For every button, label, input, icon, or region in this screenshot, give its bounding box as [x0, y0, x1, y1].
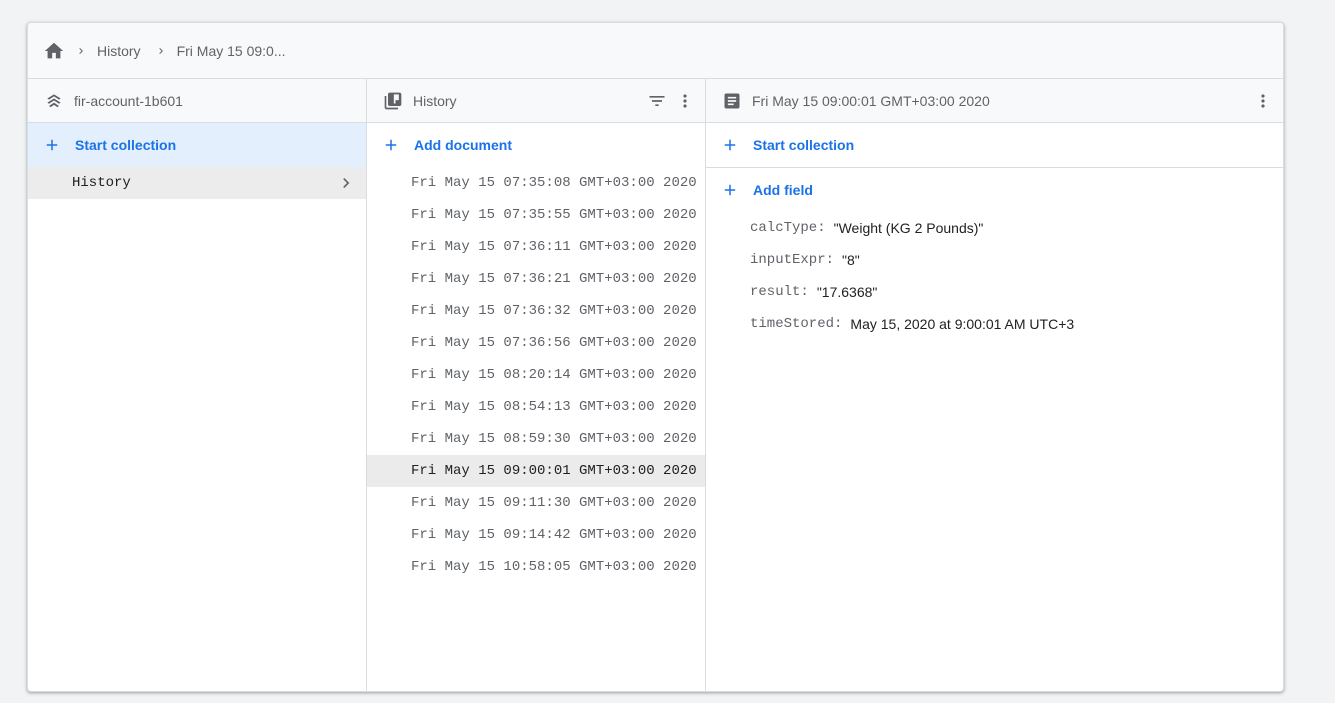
chevron-right-icon	[75, 45, 87, 57]
root-column-header: fir-account-1b601	[28, 79, 366, 123]
start-collection-button[interactable]: Start collection	[28, 123, 366, 167]
add-document-label: Add document	[414, 137, 512, 153]
home-icon[interactable]	[43, 40, 65, 62]
doc-start-collection-label: Start collection	[753, 137, 855, 153]
document-item-selected[interactable]: Fri May 15 09:00:01 GMT+03:00 2020	[367, 455, 705, 487]
add-field-label: Add field	[753, 182, 813, 198]
project-id: fir-account-1b601	[74, 92, 183, 109]
firestore-data-panel: History Fri May 15 09:0... fir-account-1…	[27, 22, 1284, 692]
document-item[interactable]: Fri May 15 08:59:30 GMT+03:00 2020	[367, 423, 705, 455]
plus-icon	[721, 136, 739, 154]
document-column-header: Fri May 15 09:00:01 GMT+03:00 2020	[706, 79, 1283, 123]
add-document-button[interactable]: Add document	[367, 123, 705, 167]
collection-column-header: History	[367, 79, 705, 123]
field-value: May 15, 2020 at 9:00:01 AM UTC+3	[850, 316, 1075, 332]
document-item[interactable]: Fri May 15 08:20:14 GMT+03:00 2020	[367, 359, 705, 391]
document-title: Fri May 15 09:00:01 GMT+03:00 2020	[752, 92, 990, 109]
document-item[interactable]: Fri May 15 10:58:05 GMT+03:00 2020	[367, 551, 705, 583]
chevron-right-icon	[336, 173, 356, 193]
collection-title: History	[413, 92, 457, 109]
plus-icon	[382, 136, 400, 154]
field-value: "17.6368"	[816, 284, 878, 300]
field-list: calcType: "Weight (KG 2 Pounds)" inputEx…	[706, 212, 1283, 340]
field-row-inputexpr[interactable]: inputExpr: "8"	[706, 244, 1283, 276]
document-item[interactable]: Fri May 15 09:11:30 GMT+03:00 2020	[367, 487, 705, 519]
filter-icon[interactable]	[647, 91, 667, 111]
field-value: "8"	[842, 252, 860, 268]
more-vert-icon[interactable]	[675, 91, 695, 111]
firestore-stack-icon	[44, 91, 64, 111]
field-value: "Weight (KG 2 Pounds)"	[833, 220, 984, 236]
root-column: fir-account-1b601 Start collection Histo…	[28, 79, 367, 691]
document-item[interactable]: Fri May 15 07:36:32 GMT+03:00 2020	[367, 295, 705, 327]
breadcrumb-item-document[interactable]: Fri May 15 09:0...	[177, 43, 286, 59]
field-key: inputExpr:	[750, 252, 835, 268]
collection-column: History Add document Fri May 15 07:35:08…	[367, 79, 706, 691]
breadcrumb-item-history[interactable]: History	[97, 43, 141, 59]
doc-start-collection-button[interactable]: Start collection	[706, 123, 1283, 168]
document-item[interactable]: Fri May 15 07:35:08 GMT+03:00 2020	[367, 167, 705, 199]
start-collection-label: Start collection	[75, 137, 177, 153]
field-row-timestored[interactable]: timeStored: May 15, 2020 at 9:00:01 AM U…	[706, 308, 1283, 340]
plus-icon	[43, 136, 61, 154]
add-field-button[interactable]: Add field	[706, 168, 1283, 212]
field-key: calcType:	[750, 220, 826, 236]
breadcrumb: History Fri May 15 09:0...	[28, 23, 1283, 79]
plus-icon	[721, 181, 739, 199]
document-item[interactable]: Fri May 15 07:36:56 GMT+03:00 2020	[367, 327, 705, 359]
collection-icon	[383, 91, 403, 111]
document-column: Fri May 15 09:00:01 GMT+03:00 2020 Start…	[706, 79, 1283, 691]
document-list: Fri May 15 07:35:08 GMT+03:00 2020 Fri M…	[367, 167, 705, 583]
document-item[interactable]: Fri May 15 07:35:55 GMT+03:00 2020	[367, 199, 705, 231]
field-key: result:	[750, 284, 809, 300]
field-row-calctype[interactable]: calcType: "Weight (KG 2 Pounds)"	[706, 212, 1283, 244]
document-item[interactable]: Fri May 15 09:14:42 GMT+03:00 2020	[367, 519, 705, 551]
document-icon	[722, 91, 742, 111]
document-item[interactable]: Fri May 15 07:36:11 GMT+03:00 2020	[367, 231, 705, 263]
chevron-right-icon	[155, 45, 167, 57]
field-row-result[interactable]: result: "17.6368"	[706, 276, 1283, 308]
document-item[interactable]: Fri May 15 08:54:13 GMT+03:00 2020	[367, 391, 705, 423]
field-key: timeStored:	[750, 316, 843, 332]
document-item[interactable]: Fri May 15 07:36:21 GMT+03:00 2020	[367, 263, 705, 295]
collection-item-label: History	[72, 175, 131, 191]
collection-item-history[interactable]: History	[28, 167, 366, 199]
more-vert-icon[interactable]	[1253, 91, 1273, 111]
